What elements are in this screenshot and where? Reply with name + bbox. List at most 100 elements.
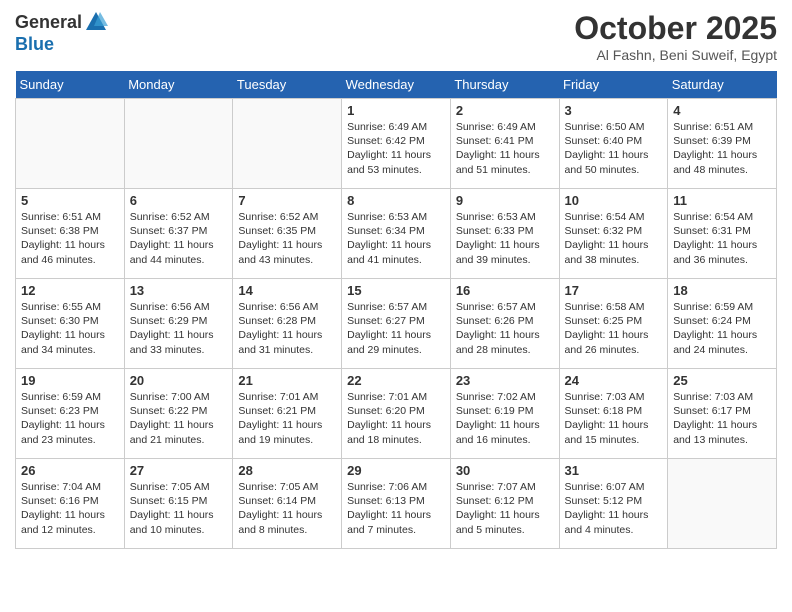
calendar-cell <box>124 99 233 189</box>
calendar-cell: 9Sunrise: 6:53 AMSunset: 6:33 PMDaylight… <box>450 189 559 279</box>
calendar-cell: 5Sunrise: 6:51 AMSunset: 6:38 PMDaylight… <box>16 189 125 279</box>
day-info: Daylight: 11 hours <box>238 418 336 432</box>
day-info: Sunrise: 6:53 AM <box>456 210 554 224</box>
day-info: and 23 minutes. <box>21 433 119 447</box>
calendar-cell: 7Sunrise: 6:52 AMSunset: 6:35 PMDaylight… <box>233 189 342 279</box>
day-info: Sunrise: 6:07 AM <box>565 480 663 494</box>
day-info: Sunrise: 7:07 AM <box>456 480 554 494</box>
day-info: Sunrise: 7:04 AM <box>21 480 119 494</box>
logo-icon <box>84 10 108 34</box>
day-info: and 16 minutes. <box>456 433 554 447</box>
day-info: Sunset: 6:24 PM <box>673 314 771 328</box>
day-info: Sunrise: 6:57 AM <box>347 300 445 314</box>
day-info: Sunset: 6:12 PM <box>456 494 554 508</box>
day-info: Sunset: 6:26 PM <box>456 314 554 328</box>
day-info: Sunset: 6:16 PM <box>21 494 119 508</box>
day-info: Daylight: 11 hours <box>565 238 663 252</box>
day-info: Sunset: 6:31 PM <box>673 224 771 238</box>
day-info: Sunrise: 7:03 AM <box>673 390 771 404</box>
day-info: and 46 minutes. <box>21 253 119 267</box>
calendar-cell <box>668 459 777 549</box>
day-info: Sunset: 6:27 PM <box>347 314 445 328</box>
calendar-cell: 15 Sunrise: 6:57 AMSunset: 6:27 PMDayligh… <box>342 279 451 369</box>
day-info: Daylight: 11 hours <box>130 418 228 432</box>
day-info: Daylight: 11 hours <box>456 328 554 342</box>
day-info: Sunset: 6:39 PM <box>673 134 771 148</box>
calendar-cell: 28Sunrise: 7:05 AMSunset: 6:14 PMDayligh… <box>233 459 342 549</box>
day-info: Sunset: 6:29 PM <box>130 314 228 328</box>
day-info: and 5 minutes. <box>456 523 554 537</box>
day-info: and 26 minutes. <box>565 343 663 357</box>
day-number: 15 <box>347 283 445 298</box>
day-info: Sunset: 6:35 PM <box>238 224 336 238</box>
calendar-cell: 21Sunrise: 7:01 AMSunset: 6:21 PMDayligh… <box>233 369 342 459</box>
day-info: Sunrise: 6:59 AM <box>673 300 771 314</box>
day-info: and 31 minutes. <box>238 343 336 357</box>
day-info: Sunrise: 6:57 AM <box>456 300 554 314</box>
day-info: Sunset: 6:18 PM <box>565 404 663 418</box>
day-info: Sunrise: 6:52 AM <box>130 210 228 224</box>
day-info: and 51 minutes. <box>456 163 554 177</box>
day-info: Daylight: 11 hours <box>565 418 663 432</box>
day-number: 27 <box>130 463 228 478</box>
day-info: Sunset: 6:13 PM <box>347 494 445 508</box>
day-number: 8 <box>347 193 445 208</box>
day-info: Daylight: 11 hours <box>130 328 228 342</box>
calendar-cell <box>233 99 342 189</box>
day-number: 22 <box>347 373 445 388</box>
day-info: Sunrise: 6:50 AM <box>565 120 663 134</box>
day-number: 14 <box>238 283 336 298</box>
day-info: Sunrise: 7:06 AM <box>347 480 445 494</box>
day-info: Daylight: 11 hours <box>673 418 771 432</box>
day-number: 24 <box>565 373 663 388</box>
day-info: Daylight: 11 hours <box>238 238 336 252</box>
day-info: and 39 minutes. <box>456 253 554 267</box>
day-info: Daylight: 11 hours <box>673 328 771 342</box>
day-info: Sunset: 6:15 PM <box>130 494 228 508</box>
weekday-header: Thursday <box>450 71 559 99</box>
day-info: Daylight: 11 hours <box>347 418 445 432</box>
day-info: Daylight: 11 hours <box>21 328 119 342</box>
day-number: 28 <box>238 463 336 478</box>
day-info: Daylight: 11 hours <box>673 148 771 162</box>
day-info: Sunrise: 6:58 AM <box>565 300 663 314</box>
calendar-cell: 17Sunrise: 6:58 AMSunset: 6:25 PMDayligh… <box>559 279 668 369</box>
day-number: 16 <box>456 283 554 298</box>
day-info: and 24 minutes. <box>673 343 771 357</box>
day-info: Daylight: 11 hours <box>347 328 445 342</box>
week-row: 26Sunrise: 7:04 AMSunset: 6:16 PMDayligh… <box>16 459 777 549</box>
day-info: Sunrise: 7:01 AM <box>347 390 445 404</box>
day-info: Daylight: 11 hours <box>130 238 228 252</box>
location: Al Fashn, Beni Suweif, Egypt <box>574 47 777 63</box>
day-info: and 28 minutes. <box>456 343 554 357</box>
calendar-cell: 4Sunrise: 6:51 AMSunset: 6:39 PMDaylight… <box>668 99 777 189</box>
day-info: Sunrise: 7:01 AM <box>238 390 336 404</box>
day-number: 29 <box>347 463 445 478</box>
day-info: Sunset: 6:19 PM <box>456 404 554 418</box>
day-number: 4 <box>673 103 771 118</box>
day-info: and 41 minutes. <box>347 253 445 267</box>
day-info: Daylight: 11 hours <box>673 238 771 252</box>
day-info: Sunrise: 6:54 AM <box>673 210 771 224</box>
calendar-cell: 19Sunrise: 6:59 AMSunset: 6:23 PMDayligh… <box>16 369 125 459</box>
day-info: and 44 minutes. <box>130 253 228 267</box>
day-number: 10 <box>565 193 663 208</box>
day-number: 21 <box>238 373 336 388</box>
calendar-cell: 23Sunrise: 7:02 AMSunset: 6:19 PMDayligh… <box>450 369 559 459</box>
calendar-cell: 22Sunrise: 7:01 AMSunset: 6:20 PMDayligh… <box>342 369 451 459</box>
day-info: Sunset: 6:14 PM <box>238 494 336 508</box>
day-info: and 4 minutes. <box>565 523 663 537</box>
day-info: Sunset: 6:17 PM <box>673 404 771 418</box>
day-number: 9 <box>456 193 554 208</box>
day-info: Sunset: 6:33 PM <box>456 224 554 238</box>
day-info: Daylight: 11 hours <box>21 418 119 432</box>
day-info: and 15 minutes. <box>565 433 663 447</box>
day-number: 30 <box>456 463 554 478</box>
week-row: 19Sunrise: 6:59 AMSunset: 6:23 PMDayligh… <box>16 369 777 459</box>
day-info: and 8 minutes. <box>238 523 336 537</box>
day-info: Sunrise: 7:03 AM <box>565 390 663 404</box>
day-info: Daylight: 11 hours <box>456 508 554 522</box>
calendar-cell: 14Sunrise: 6:56 AMSunset: 6:28 PMDayligh… <box>233 279 342 369</box>
day-number: 13 <box>130 283 228 298</box>
day-info: Sunset: 6:32 PM <box>565 224 663 238</box>
